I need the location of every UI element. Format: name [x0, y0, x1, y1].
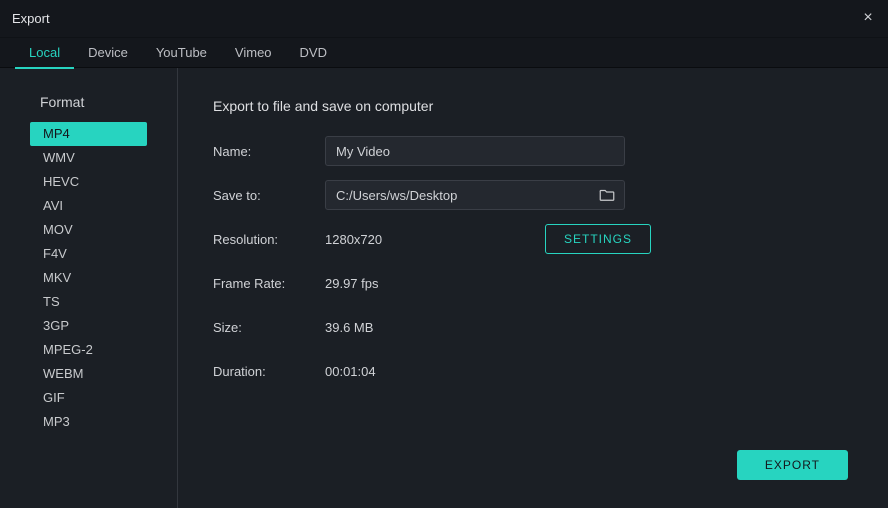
tab-dvd[interactable]: DVD — [286, 38, 341, 68]
format-item-mp4[interactable]: MP4 — [30, 122, 147, 146]
format-item-mkv[interactable]: MKV — [30, 266, 147, 290]
tab-bar: Local Device YouTube Vimeo DVD — [0, 38, 888, 68]
name-label: Name: — [213, 144, 325, 159]
format-item-avi[interactable]: AVI — [30, 194, 147, 218]
format-item-3gp[interactable]: 3GP — [30, 314, 147, 338]
name-input[interactable] — [325, 136, 625, 166]
close-icon[interactable]: × — [858, 9, 878, 29]
tab-vimeo[interactable]: Vimeo — [221, 38, 286, 68]
tab-label: DVD — [300, 45, 327, 60]
size-value: 39.6 MB — [325, 320, 373, 335]
tab-local[interactable]: Local — [15, 38, 74, 68]
format-sidebar: Format MP4 WMV HEVC AVI MOV F4V MKV TS 3… — [0, 68, 178, 508]
format-item-hevc[interactable]: HEVC — [30, 170, 147, 194]
saveto-input[interactable] — [336, 188, 598, 203]
export-button[interactable]: EXPORT — [737, 450, 848, 480]
tab-label: Local — [29, 45, 60, 60]
tab-device[interactable]: Device — [74, 38, 142, 68]
duration-label: Duration: — [213, 364, 325, 379]
format-item-ts[interactable]: TS — [30, 290, 147, 314]
window-title: Export — [12, 11, 50, 26]
tab-label: Device — [88, 45, 128, 60]
framerate-label: Frame Rate: — [213, 276, 325, 291]
format-heading: Format — [0, 88, 177, 122]
tab-youtube[interactable]: YouTube — [142, 38, 221, 68]
saveto-field — [325, 180, 625, 210]
format-item-mov[interactable]: MOV — [30, 218, 147, 242]
duration-value: 00:01:04 — [325, 364, 376, 379]
format-item-mp3[interactable]: MP3 — [30, 410, 147, 434]
tab-label: YouTube — [156, 45, 207, 60]
export-settings-pane: Export to file and save on computer Name… — [178, 68, 888, 508]
title-bar: Export × — [0, 0, 888, 38]
format-item-wmv[interactable]: WMV — [30, 146, 147, 170]
framerate-value: 29.97 fps — [325, 276, 379, 291]
settings-button[interactable]: SETTINGS — [545, 224, 651, 254]
pane-heading: Export to file and save on computer — [213, 98, 848, 114]
size-label: Size: — [213, 320, 325, 335]
format-item-mpeg2[interactable]: MPEG-2 — [30, 338, 147, 362]
saveto-label: Save to: — [213, 188, 325, 203]
tab-label: Vimeo — [235, 45, 272, 60]
folder-icon[interactable] — [598, 186, 616, 204]
resolution-value: 1280x720 — [325, 232, 545, 247]
format-item-gif[interactable]: GIF — [30, 386, 147, 410]
format-item-webm[interactable]: WEBM — [30, 362, 147, 386]
format-item-f4v[interactable]: F4V — [30, 242, 147, 266]
resolution-label: Resolution: — [213, 232, 325, 247]
